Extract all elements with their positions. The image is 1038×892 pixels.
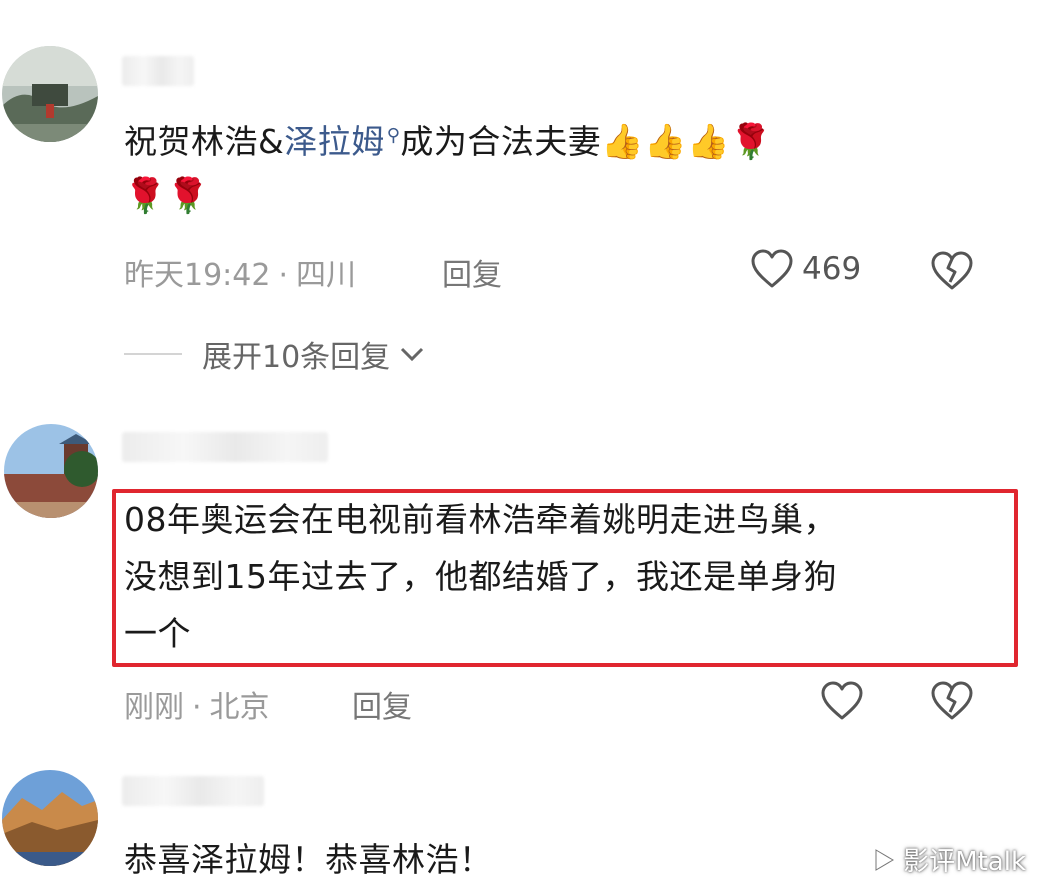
comment-text-line: 一个 bbox=[124, 614, 191, 653]
comment-text-prefix: 祝贺林浩& bbox=[124, 122, 285, 161]
username-blurred[interactable] bbox=[122, 776, 264, 806]
avatar[interactable] bbox=[2, 770, 98, 866]
comment-time: 刚刚 bbox=[124, 690, 184, 725]
divider-line bbox=[124, 353, 182, 355]
separator-dot: · bbox=[278, 258, 289, 293]
username-blurred[interactable] bbox=[122, 432, 328, 462]
emoji-line: 🌹🌹 bbox=[124, 176, 210, 216]
comment-location: 四川 bbox=[296, 258, 357, 293]
dislike-button[interactable] bbox=[930, 680, 974, 726]
search-mini-icon: ⚲ bbox=[386, 125, 401, 146]
comment-text: 恭喜泽拉姆！恭喜林浩！ bbox=[124, 840, 493, 879]
like-count: 469 bbox=[802, 251, 862, 287]
broken-heart-icon bbox=[931, 251, 973, 290]
comment-meta: 刚刚 · 北京 bbox=[124, 682, 270, 726]
separator-dot: · bbox=[192, 690, 202, 725]
comment-location: 北京 bbox=[209, 690, 270, 725]
heart-icon bbox=[751, 249, 793, 288]
play-icon bbox=[875, 848, 895, 871]
avatar[interactable] bbox=[4, 424, 98, 518]
reply-button[interactable]: 回复 bbox=[442, 250, 502, 294]
watermark: 影评Mtalk bbox=[873, 841, 1026, 878]
comment-meta: 昨天19:42 · 四川 bbox=[124, 250, 356, 294]
avatar[interactable] bbox=[2, 46, 98, 142]
dislike-button[interactable] bbox=[930, 250, 974, 296]
comment-time: 昨天19:42 bbox=[124, 258, 271, 293]
like-button[interactable] bbox=[820, 680, 864, 722]
broken-heart-icon bbox=[931, 681, 973, 720]
comment-text-suffix: 成为合法夫妻 bbox=[400, 122, 602, 161]
heart-icon bbox=[821, 681, 863, 720]
emoji-group: 👍👍👍🌹 bbox=[601, 122, 773, 162]
expand-replies-label: 展开10条回复 bbox=[202, 340, 391, 375]
expand-replies-button[interactable]: 展开10条回复 bbox=[124, 332, 426, 376]
mention-link[interactable]: 泽拉姆 bbox=[284, 122, 385, 161]
comment-text: 祝贺林浩&泽拉姆 ⚲成为合法夫妻👍👍👍🌹 bbox=[124, 108, 773, 170]
comment-text-line: 08年奥运会在电视前看林浩牵着姚明走进鸟巢， bbox=[124, 500, 837, 539]
username-blurred[interactable] bbox=[122, 56, 194, 86]
chevron-down-icon bbox=[401, 347, 424, 362]
like-button[interactable]: 469 bbox=[750, 248, 861, 290]
watermark-text: 影评Mtalk bbox=[903, 847, 1026, 877]
comment-text-line: 没想到15年过去了，他都结婚了，我还是单身狗 bbox=[124, 557, 837, 596]
reply-button[interactable]: 回复 bbox=[352, 682, 412, 726]
